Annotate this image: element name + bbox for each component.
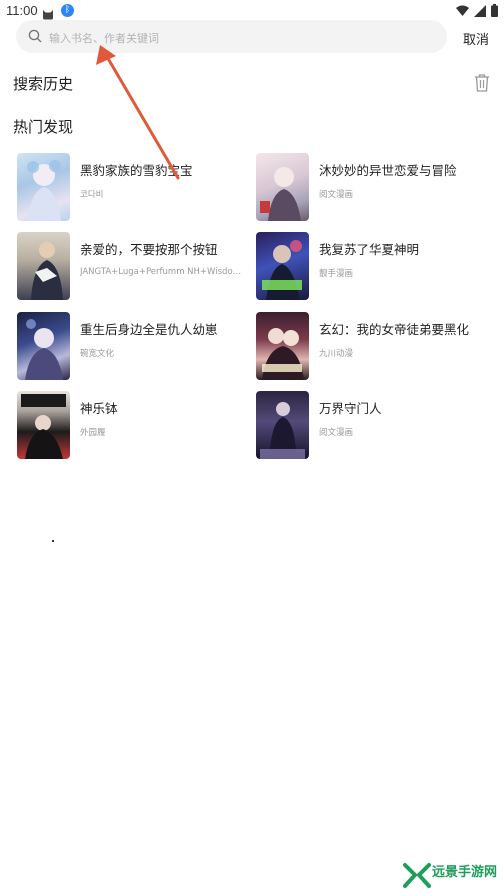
search-placeholder: 输入书名、作者关键词 <box>49 32 159 45</box>
book-cover <box>256 153 309 221</box>
book-item-2[interactable]: 沐妙妙的异世恋爱与冒险 阅文漫画 <box>256 153 486 221</box>
book-title: 沐妙妙的异世恋爱与冒险 <box>319 163 457 178</box>
book-cover <box>256 391 309 459</box>
book-title: 亲爱的，不要按那个按钮 <box>80 242 218 257</box>
book-author: 코다비 <box>80 190 104 200</box>
book-item-3[interactable]: 亲爱的，不要按那个按钮 JANGTA+Luga+Perfumm NH+Wisdo… <box>17 232 248 300</box>
book-item-1[interactable]: 黑豹家族的雪豹宝宝 코다비 <box>17 153 247 221</box>
bluetooth-icon: ᛒ <box>61 4 74 17</box>
wifi-icon <box>456 5 469 16</box>
book-title: 我复苏了华夏神明 <box>319 242 420 257</box>
book-cover <box>256 312 309 380</box>
book-cover <box>17 312 70 380</box>
book-cover <box>17 391 70 459</box>
book-author: JANGTA+Luga+Perfumm NH+Wisdomhou... <box>80 267 248 277</box>
hot-discover-title: 热门发现 <box>13 118 74 136</box>
search-icon <box>28 29 42 43</box>
book-author: 阅文漫画 <box>319 190 354 200</box>
book-cover <box>17 232 70 300</box>
signal-icon <box>474 4 486 17</box>
book-title: 重生后身边全是仇人幼崽 <box>80 322 218 337</box>
book-author: 碗宽文化 <box>80 349 115 359</box>
watermark-logo-icon <box>403 863 431 888</box>
book-title: 玄幻：我的女帝徒弟要黑化 <box>319 322 470 337</box>
book-cover <box>256 232 309 300</box>
search-history-title: 搜索历史 <box>13 75 74 93</box>
book-item-4[interactable]: 我复苏了华夏神明 靓手漫画 <box>256 232 486 300</box>
book-item-7[interactable]: 神乐钵 外园履 <box>17 391 247 459</box>
status-time: 11:00 <box>6 3 38 18</box>
book-title: 万界守门人 <box>319 401 382 416</box>
trash-icon[interactable] <box>474 74 490 92</box>
book-title: 黑豹家族的雪豹宝宝 <box>80 163 193 178</box>
book-author: 阅文漫画 <box>319 428 354 438</box>
watermark-text: 远景手游网 <box>432 865 498 880</box>
book-author: 九川动漫 <box>319 349 354 359</box>
watermark: 远景手游网 <box>400 857 504 896</box>
book-author: 外园履 <box>80 428 106 438</box>
book-cover <box>17 153 70 221</box>
search-input[interactable]: 输入书名、作者关键词 <box>16 20 447 53</box>
status-bar: 11:00 ᛒ <box>0 0 504 22</box>
status-icons <box>456 4 498 17</box>
book-title: 神乐钵 <box>80 401 118 416</box>
battery-icon <box>491 4 498 17</box>
stray-dot <box>52 540 54 542</box>
cancel-button[interactable]: 取消 <box>463 29 489 48</box>
book-item-6[interactable]: 玄幻：我的女帝徒弟要黑化 九川动漫 <box>256 312 486 380</box>
book-item-8[interactable]: 万界守门人 阅文漫画 <box>256 391 486 459</box>
book-item-5[interactable]: 重生后身边全是仇人幼崽 碗宽文化 <box>17 312 247 380</box>
book-author: 靓手漫画 <box>319 269 354 279</box>
